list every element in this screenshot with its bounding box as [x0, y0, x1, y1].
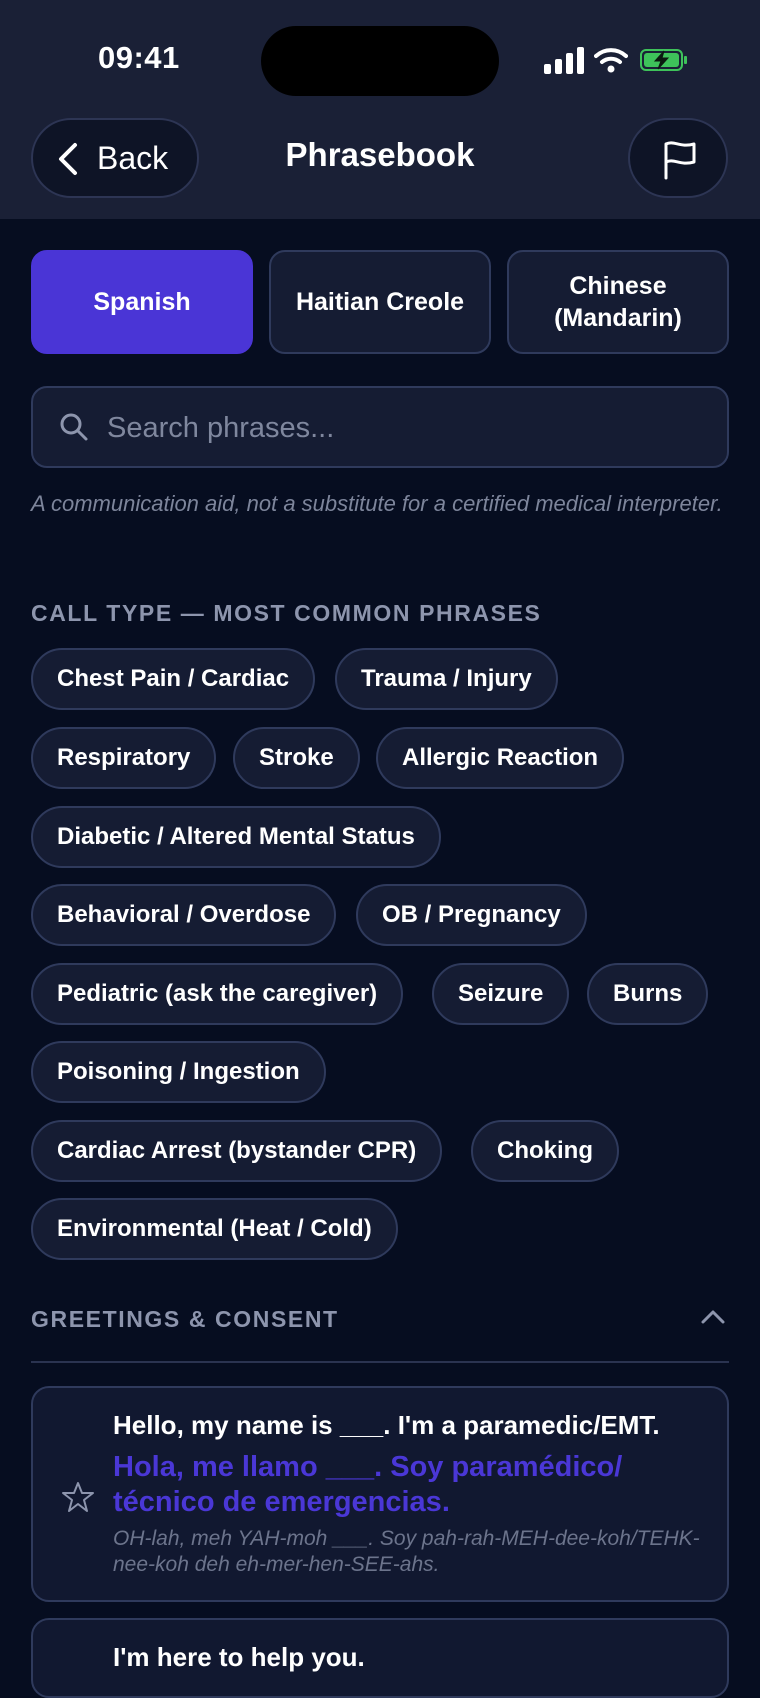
- chevron-up-icon[interactable]: [700, 1307, 726, 1325]
- tab-spanish[interactable]: Spanish: [31, 250, 253, 354]
- phrase-english: I'm here to help you.: [113, 1642, 365, 1672]
- chip-respiratory[interactable]: Respiratory: [31, 727, 217, 789]
- search-icon: [60, 413, 88, 441]
- phrase-translation: Hola, me llamo ___. Soy paramédico/ técn…: [113, 1451, 623, 1518]
- chip-cardiac-arrest[interactable]: Cardiac Arrest (bystander CPR): [31, 1120, 443, 1182]
- chip-poisoning[interactable]: Poisoning / Ingestion: [31, 1041, 326, 1103]
- dynamic-island: [261, 26, 499, 96]
- chip-stroke[interactable]: Stroke: [233, 727, 360, 789]
- phrase-card[interactable]: Hello, my name is ___. I'm a paramedic/E…: [31, 1386, 729, 1602]
- flag-icon: [664, 141, 696, 180]
- chip-trauma[interactable]: Trauma / Injury: [335, 648, 558, 710]
- tab-haitian-creole[interactable]: Haitian Creole: [269, 250, 491, 354]
- search-field[interactable]: [31, 386, 729, 468]
- call-type-heading: CALL TYPE — MOST COMMON PHRASES: [31, 600, 542, 626]
- tab-chinese-mandarin[interactable]: Chinese (Mandarin): [507, 250, 729, 354]
- greetings-heading[interactable]: GREETINGS & CONSENT: [31, 1306, 339, 1333]
- chip-ob-pregnancy[interactable]: OB / Pregnancy: [356, 884, 587, 946]
- chip-choking[interactable]: Choking: [471, 1120, 619, 1182]
- chip-environmental[interactable]: Environmental (Heat / Cold): [31, 1198, 398, 1260]
- chip-seizure[interactable]: Seizure: [432, 963, 570, 1025]
- top-bar: 09:41 Back Phrasebook: [0, 0, 760, 219]
- search-input[interactable]: [105, 404, 709, 452]
- chip-allergic-reaction[interactable]: Allergic Reaction: [376, 727, 625, 789]
- phrase-card[interactable]: I'm here to help you.: [31, 1618, 729, 1698]
- disclaimer-text: A communication aid, not a substitute fo…: [31, 491, 723, 516]
- chip-chest-pain[interactable]: Chest Pain / Cardiac: [31, 648, 316, 710]
- chip-diabetic[interactable]: Diabetic / Altered Mental Status: [31, 806, 441, 868]
- phrase-english: Hello, my name is ___. I'm a paramedic/E…: [113, 1410, 660, 1440]
- section-divider: [31, 1361, 729, 1363]
- wifi-icon: [594, 48, 628, 73]
- chip-burns[interactable]: Burns: [587, 963, 709, 1025]
- chip-pediatric[interactable]: Pediatric (ask the caregiver): [31, 963, 404, 1025]
- chip-behavioral[interactable]: Behavioral / Overdose: [31, 884, 337, 946]
- battery-charging-icon: [640, 49, 687, 71]
- star-icon[interactable]: [61, 1480, 95, 1514]
- status-time: 09:41: [98, 40, 180, 75]
- cellular-signal-icon: [544, 46, 584, 74]
- report-button[interactable]: [628, 118, 728, 198]
- phrase-pronunciation: OH-lah, meh YAH-moh ___. Soy pah-rah-MEH…: [113, 1527, 700, 1576]
